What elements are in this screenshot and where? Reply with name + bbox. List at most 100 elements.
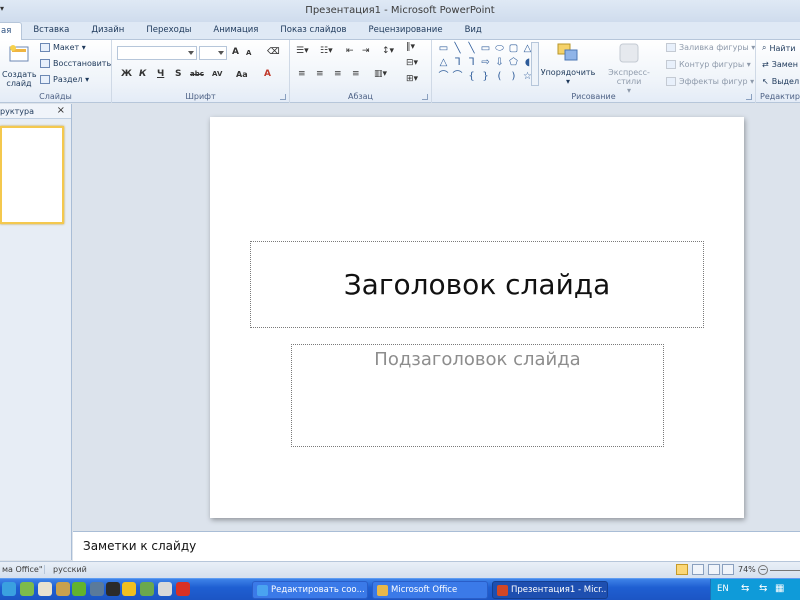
normal-view-button[interactable]	[676, 564, 688, 575]
brace-shape-icon[interactable]: }	[479, 70, 492, 83]
mail-icon[interactable]	[38, 582, 52, 596]
bold-button[interactable]: Ж	[121, 69, 132, 79]
new-slide-button[interactable]: Создать слайд	[2, 44, 37, 88]
textbox-shape-icon[interactable]: ▭	[437, 42, 450, 55]
arrows-icon[interactable]: ⇆	[741, 583, 749, 594]
slide-sorter-view-button[interactable]	[692, 564, 704, 575]
info-icon[interactable]	[122, 582, 136, 596]
smartart-icon[interactable]: ⊞▾	[406, 74, 418, 84]
rounded-rect-shape-icon[interactable]: ▢	[507, 42, 520, 55]
line-shape-icon[interactable]: ╲	[451, 42, 464, 55]
pentagon-shape-icon[interactable]: ⬠	[507, 56, 520, 69]
slide[interactable]: Заголовок слайда Подзаголовок слайда	[210, 117, 744, 518]
align-right-icon[interactable]: ≡	[334, 69, 342, 79]
tab-view[interactable]: Вид	[454, 22, 493, 40]
taskbar-item-office[interactable]: Microsoft Office	[372, 581, 488, 599]
shape-outline-button[interactable]: Контур фигуры ▾	[666, 60, 751, 69]
reading-view-button[interactable]	[708, 564, 720, 575]
network-icon[interactable]	[90, 582, 104, 596]
brace-shape-icon[interactable]: (	[493, 70, 506, 83]
rectangle-shape-icon[interactable]: ▭	[479, 42, 492, 55]
section-button[interactable]: Раздел ▾	[40, 75, 89, 84]
taskbar-item-powerpoint[interactable]: Презентация1 - Micr...	[492, 581, 608, 599]
line-spacing-icon[interactable]: ↕▾	[382, 46, 394, 56]
numbering-icon[interactable]: ☷▾	[320, 46, 333, 56]
zoom-slider[interactable]	[770, 570, 800, 571]
clear-format-icon[interactable]: ⌫	[267, 47, 280, 57]
triangle-shape-icon[interactable]: △	[437, 56, 450, 69]
brace-shape-icon[interactable]: {	[465, 70, 478, 83]
image-icon[interactable]	[140, 582, 154, 596]
shape-fill-button[interactable]: Заливка фигуры ▾	[666, 43, 755, 52]
zoom-out-button[interactable]: −	[758, 565, 768, 575]
dialog-launcher-icon[interactable]	[746, 94, 752, 100]
layout-button[interactable]: Макет ▾	[40, 43, 86, 52]
tab-slideshow[interactable]: Показ слайдов	[269, 22, 357, 40]
curve-shape-icon[interactable]: ⌒	[451, 70, 464, 83]
browser-icon[interactable]	[2, 582, 16, 596]
replace-button[interactable]: ⇄ Замен	[762, 60, 798, 69]
justify-icon[interactable]: ≡	[352, 69, 360, 79]
tab-insert[interactable]: Вставка	[22, 22, 80, 40]
underline-button[interactable]: Ч	[157, 69, 164, 79]
theme-name[interactable]: ма Office"	[2, 565, 43, 574]
find-button[interactable]: ⌕ Найти	[762, 43, 795, 53]
shape-effects-button[interactable]: Эффекты фигур ▾	[666, 77, 754, 86]
chat-icon[interactable]	[72, 582, 86, 596]
shapes-gallery[interactable]: ▭ ╲ ╲ ▭ ⬭ ▢ △ △ ᒣ ᒣ ⇨ ⇩ ⬠ ◖ ⌒ ⌒ { } ( ) …	[437, 42, 532, 86]
shrink-font-button[interactable]: A	[246, 49, 251, 57]
tab-animations[interactable]: Анимация	[202, 22, 269, 40]
text-direction-icon[interactable]: ‖▾	[406, 42, 415, 52]
change-case-button[interactable]: Aa	[236, 70, 248, 79]
arrow-right-shape-icon[interactable]: ⇨	[479, 56, 492, 69]
taskbar-item-browser[interactable]: Редактировать соо...	[252, 581, 368, 599]
connector-shape-icon[interactable]: ᒣ	[465, 56, 478, 69]
font-color-button[interactable]: A	[264, 69, 271, 79]
arrow-down-shape-icon[interactable]: ⇩	[493, 56, 506, 69]
language-indicator[interactable]: русский	[44, 565, 87, 574]
shadow-button[interactable]: S	[175, 69, 181, 79]
zoom-level[interactable]: 74%	[738, 565, 756, 574]
strikethrough-button[interactable]: abc	[190, 70, 204, 78]
quick-styles-button[interactable]: Экспресс-стили ▾	[598, 42, 660, 95]
font-size-combo[interactable]	[199, 46, 227, 60]
oval-shape-icon[interactable]: ⬭	[493, 42, 506, 55]
italic-button[interactable]: К	[139, 69, 146, 79]
decrease-indent-icon[interactable]: ⇤	[346, 46, 354, 56]
bullets-icon[interactable]: ☰▾	[296, 46, 309, 56]
outline-tab[interactable]: руктура	[0, 107, 34, 116]
messenger-icon[interactable]	[56, 582, 70, 596]
tab-review[interactable]: Рецензирование	[357, 22, 453, 40]
arrow-shape-icon[interactable]: ╲	[465, 42, 478, 55]
arrange-button[interactable]: Упорядочить ▾	[540, 42, 596, 86]
reset-button[interactable]: Восстановить	[40, 59, 111, 68]
arrows-icon[interactable]: ⇆	[759, 583, 767, 594]
select-button[interactable]: ↖ Выдел	[762, 77, 799, 86]
quick-access-menu-icon[interactable]: ▾	[0, 4, 4, 13]
title-placeholder[interactable]: Заголовок слайда	[250, 241, 704, 328]
subtitle-placeholder[interactable]: Подзаголовок слайда	[291, 344, 664, 447]
dialog-launcher-icon[interactable]	[422, 94, 428, 100]
slide-thumbnail[interactable]	[0, 126, 64, 224]
keyboard-language[interactable]: EN	[717, 584, 729, 594]
align-text-icon[interactable]: ⊟▾	[406, 58, 418, 68]
document-icon[interactable]	[158, 582, 172, 596]
columns-icon[interactable]: ▥▾	[374, 69, 387, 79]
close-icon[interactable]: ×	[57, 105, 65, 116]
network-status-icon[interactable]: ▦	[775, 583, 784, 594]
grow-font-button[interactable]: A	[232, 47, 239, 57]
folder-icon[interactable]	[20, 582, 34, 596]
tab-transitions[interactable]: Переходы	[135, 22, 202, 40]
align-center-icon[interactable]: ≡	[316, 69, 324, 79]
shapes-gallery-scroll[interactable]	[531, 42, 539, 86]
brace-shape-icon[interactable]: )	[507, 70, 520, 83]
dialog-launcher-icon[interactable]	[280, 94, 286, 100]
pdf-icon[interactable]	[176, 582, 190, 596]
font-name-combo[interactable]	[117, 46, 197, 60]
curve-shape-icon[interactable]: ⌒	[437, 70, 450, 83]
align-left-icon[interactable]: ≡	[298, 69, 306, 79]
connector-shape-icon[interactable]: ᒣ	[451, 56, 464, 69]
tab-design[interactable]: Дизайн	[80, 22, 135, 40]
slideshow-view-button[interactable]	[722, 564, 734, 575]
increase-indent-icon[interactable]: ⇥	[362, 46, 370, 56]
